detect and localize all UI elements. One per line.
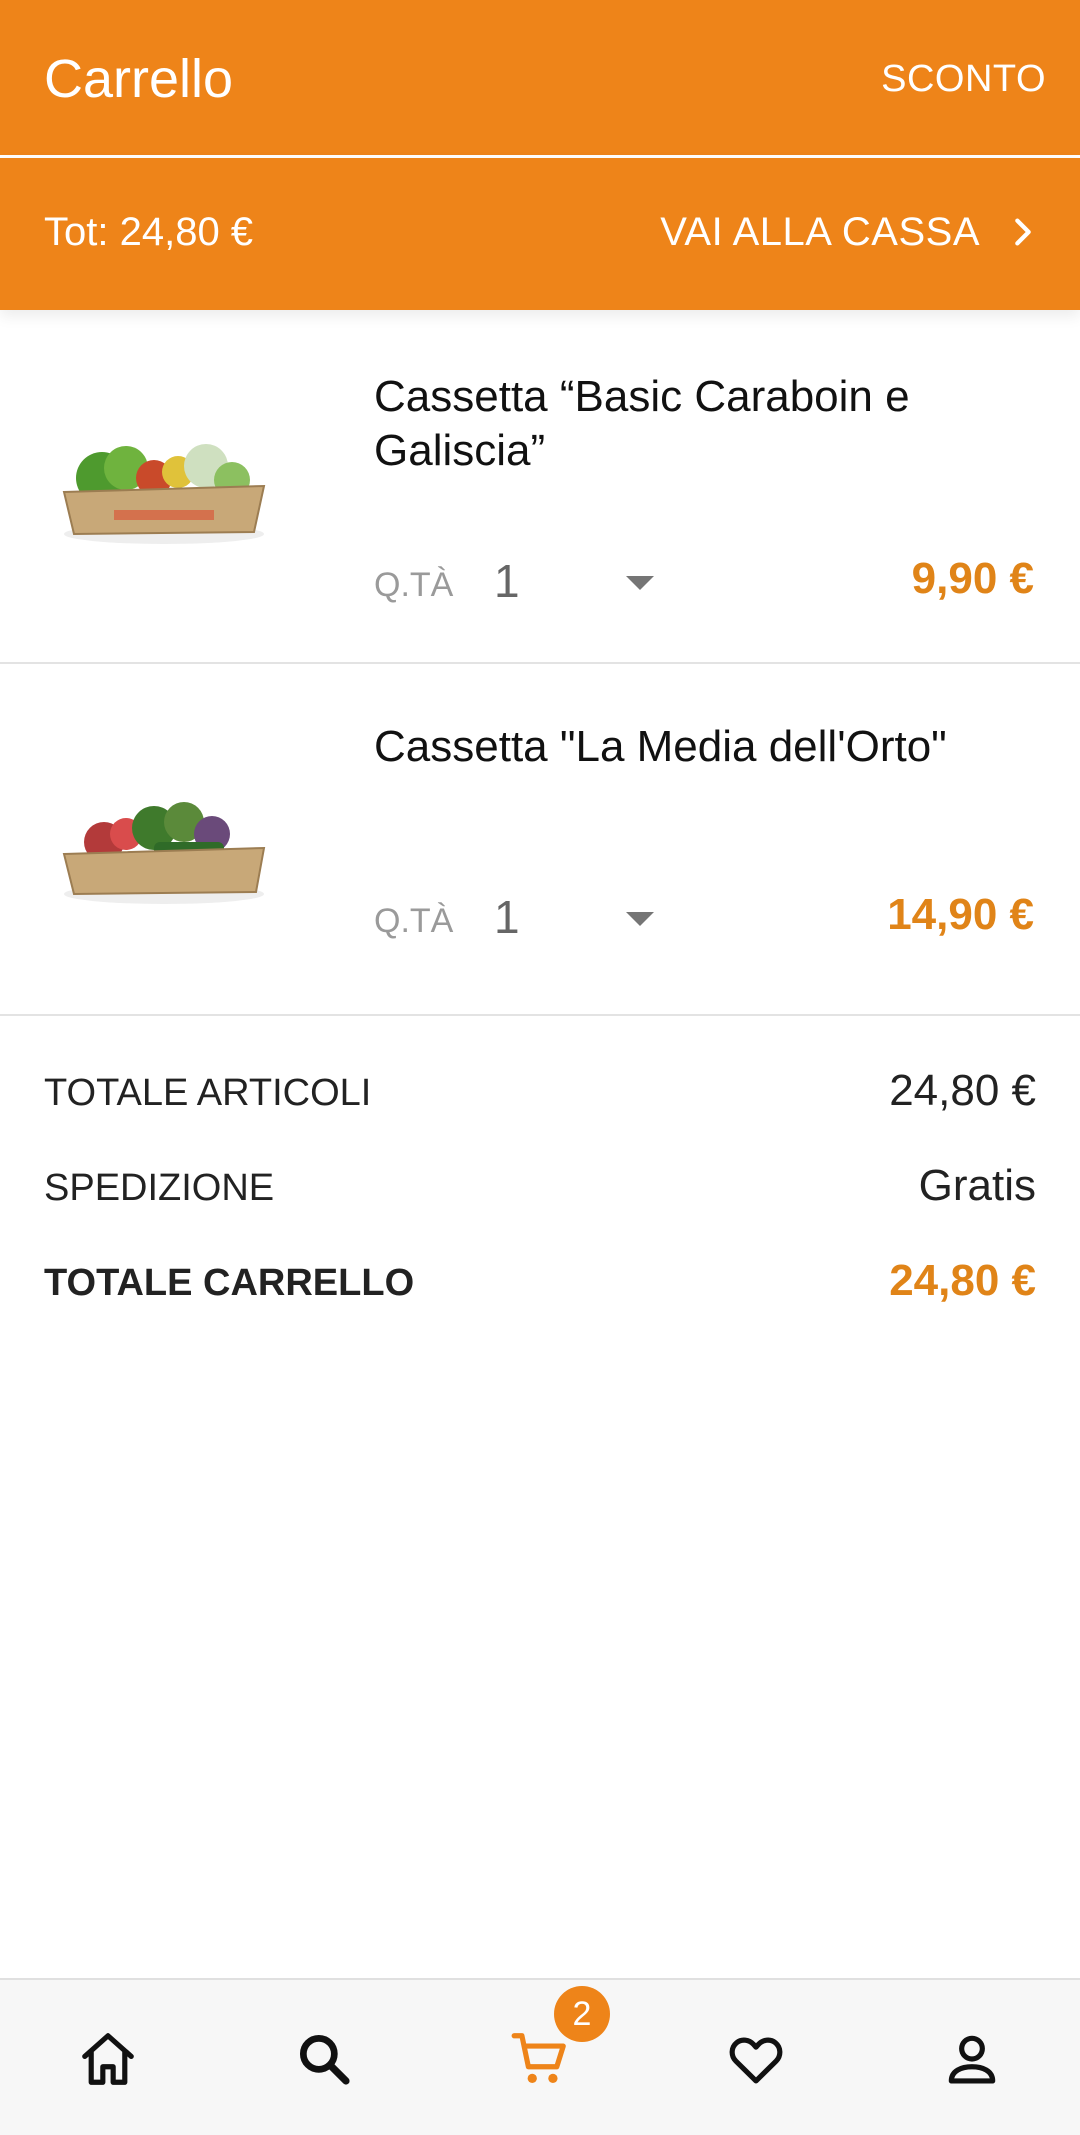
nav-account[interactable] (864, 1980, 1080, 2135)
order-summary: TOTALE ARTICOLI 24,80 € SPEDIZIONE Grati… (44, 1062, 1036, 1347)
nav-favorites[interactable] (648, 1980, 864, 2135)
item-price: 9,90 € (911, 554, 1034, 603)
cart-total-text: Tot: 24,80 € (44, 210, 254, 254)
product-image[interactable] (44, 742, 284, 932)
cart-item: Cassetta “Basic Caraboin e Galiscia” Q.T… (0, 310, 1080, 664)
summary-row-shipping: SPEDIZIONE Gratis (44, 1157, 1036, 1252)
cart-badge: 2 (554, 1986, 610, 2042)
dropdown-arrow-icon[interactable] (620, 568, 660, 598)
cart-item: Cassetta "La Media dell'Orto" Q.TÀ 1 14,… (0, 664, 1080, 1016)
search-icon (299, 2034, 350, 2085)
nav-search[interactable] (216, 1980, 432, 2135)
bottom-navigation (0, 1978, 1080, 2135)
product-name[interactable]: Cassetta "La Media dell'Orto" (374, 720, 1034, 774)
user-icon (948, 2035, 996, 2084)
summary-label: SPEDIZIONE (44, 1167, 275, 1209)
summary-label: TOTALE CARRELLO (44, 1262, 415, 1304)
checkout-button[interactable]: VAI ALLA CASSA (660, 202, 1040, 262)
discount-button[interactable]: SCONTO (881, 58, 1046, 101)
summary-row-items-total: TOTALE ARTICOLI 24,80 € (44, 1062, 1036, 1157)
quantity-label: Q.TÀ (374, 902, 454, 940)
cart-icon (511, 2032, 566, 2083)
home-icon (82, 2032, 134, 2085)
page-title: Carrello (44, 49, 234, 109)
quantity-row: Q.TÀ 1 9,90 € (374, 546, 1034, 616)
summary-value: Gratis (918, 1161, 1036, 1210)
summary-label: TOTALE ARTICOLI (44, 1072, 372, 1114)
cart-total-bar: Tot: 24,80 € VAI ALLA CASSA (0, 158, 1080, 310)
checkout-label: VAI ALLA CASSA (660, 209, 980, 254)
product-name[interactable]: Cassetta “Basic Caraboin e Galiscia” (374, 370, 1034, 478)
item-price: 14,90 € (887, 890, 1034, 939)
heart-icon (729, 2037, 783, 2084)
quantity-value[interactable]: 1 (494, 554, 520, 608)
summary-value: 24,80 € (889, 1066, 1036, 1115)
quantity-row: Q.TÀ 1 14,90 € (374, 882, 1034, 952)
app-bar: Carrello SCONTO (0, 0, 1080, 155)
chevron-right-icon (1015, 218, 1031, 246)
nav-cart[interactable] (432, 1980, 648, 2135)
dropdown-arrow-icon[interactable] (620, 904, 660, 934)
product-image[interactable] (44, 382, 284, 572)
summary-row-cart-total: TOTALE CARRELLO 24,80 € (44, 1252, 1036, 1347)
quantity-label: Q.TÀ (374, 566, 454, 604)
nav-home[interactable] (0, 1980, 216, 2135)
summary-value: 24,80 € (889, 1256, 1036, 1305)
quantity-value[interactable]: 1 (494, 890, 520, 944)
